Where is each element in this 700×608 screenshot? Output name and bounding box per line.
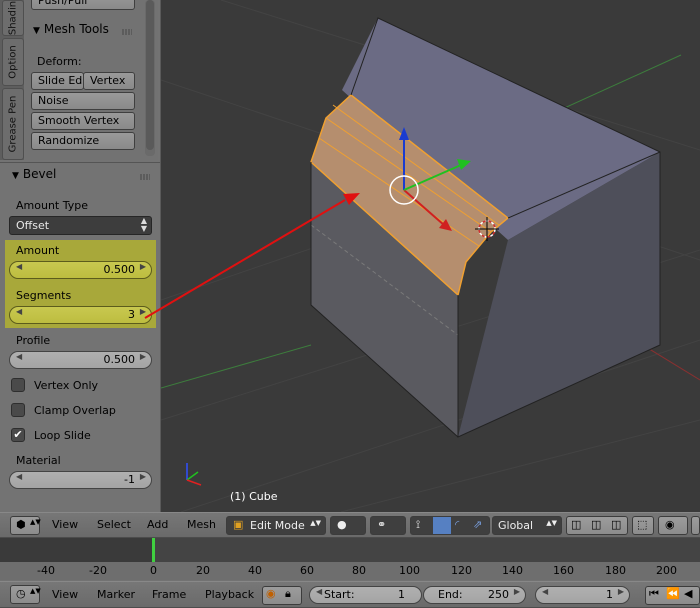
playback-controls[interactable]: ⏮ ⏪ ◀ [645, 586, 700, 605]
lock-icon[interactable]: 🔒︎ [285, 587, 291, 601]
updown-arrows-icon: ▲▼ [310, 519, 321, 527]
menu-view[interactable]: View [52, 518, 78, 531]
transform-orientation-dropdown[interactable]: Global ▲▼ [492, 516, 562, 535]
manipulator-buttons[interactable]: ⟟ ◜ ⇗ [410, 516, 490, 535]
timeline-strip[interactable] [0, 538, 700, 562]
increment-arrow-icon[interactable]: ▶ [514, 587, 520, 596]
tick-label: 0 [150, 564, 157, 577]
tick-label: 60 [300, 564, 314, 577]
pivot-point-dropdown[interactable]: ⚭ [370, 516, 406, 535]
prev-keyframe-icon[interactable]: ⏪ [666, 587, 680, 600]
occlude-geometry-button[interactable]: ⬚ [632, 516, 654, 535]
annotation-arrow [144, 199, 346, 319]
editor-type-button[interactable]: ⬢ ▲▼ [10, 516, 41, 535]
end-frame-field[interactable]: End: 250 ▶ [423, 586, 526, 604]
decrement-arrow-icon[interactable]: ◀ [316, 587, 322, 596]
viewport-shading-dropdown[interactable]: ● [330, 516, 366, 535]
decrement-arrow-icon[interactable]: ◀ [542, 587, 548, 596]
menu-add[interactable]: Add [147, 518, 168, 531]
updown-arrows-icon: ▲▼ [30, 587, 41, 595]
tick-label: 120 [451, 564, 472, 577]
editor-type-button[interactable]: ◷ ▲▼ [10, 585, 41, 604]
edit-mode-icon: ▣ [233, 518, 244, 531]
arrowhead-icon [343, 193, 360, 205]
cube-editor-icon: ⬢ [16, 518, 26, 531]
manipulator-toggle-icon[interactable]: ⟟ [416, 518, 420, 532]
tick-label: 40 [248, 564, 262, 577]
jump-start-icon[interactable]: ⏮ [649, 587, 659, 601]
proportional-edit-button[interactable]: ◉ [658, 516, 688, 535]
updown-arrows-icon: ▲▼ [30, 518, 41, 526]
snap-button[interactable] [691, 516, 700, 535]
menu-marker[interactable]: Marker [97, 588, 135, 601]
tick-label: 160 [553, 564, 574, 577]
tick-label: -20 [89, 564, 107, 577]
tick-label: 140 [502, 564, 523, 577]
occlude-icon: ⬚ [637, 518, 648, 531]
tick-label: 180 [605, 564, 626, 577]
clock-editor-icon: ◷ [16, 587, 26, 600]
menu-playback[interactable]: Playback [205, 588, 254, 601]
tick-label: 200 [656, 564, 677, 577]
annotation-overlay [144, 193, 360, 319]
tick-label: 20 [196, 564, 210, 577]
menu-frame[interactable]: Frame [152, 588, 186, 601]
current-frame-indicator[interactable] [152, 538, 155, 562]
current-frame-field[interactable]: ◀ 1 ▶ [535, 586, 630, 604]
mode-dropdown[interactable]: ▣ Edit Mode ▲▼ [226, 516, 326, 535]
translate-icon[interactable] [433, 517, 451, 534]
vertex-select-icon[interactable]: ◫ [571, 518, 581, 531]
face-select-icon[interactable]: ◫ [611, 518, 621, 531]
pivot-icon: ⚭ [377, 518, 387, 531]
keying-buttons[interactable]: ◉ 🔒︎ [262, 586, 302, 605]
rotate-icon[interactable]: ◜ [455, 518, 459, 531]
menu-select[interactable]: Select [97, 518, 131, 531]
edge-select-icon[interactable]: ◫ [591, 518, 601, 531]
tick-label: 80 [352, 564, 366, 577]
scale-icon[interactable]: ⇗ [473, 518, 482, 531]
select-mode-buttons[interactable]: ◫ ◫ ◫ [566, 516, 628, 535]
solid-shading-icon: ● [337, 518, 347, 531]
start-frame-field[interactable]: ◀ Start: 1 [309, 586, 422, 604]
play-reverse-icon[interactable]: ◀ [684, 587, 692, 600]
tick-label: 100 [399, 564, 420, 577]
timeline-preroll [0, 538, 152, 562]
tick-label: -40 [37, 564, 55, 577]
updown-arrows-icon: ▲▼ [546, 519, 557, 527]
view3d-header: ⬢ ▲▼ View Select Add Mesh ▣ Edit Mode ▲▼… [0, 512, 700, 538]
menu-mesh[interactable]: Mesh [187, 518, 216, 531]
proportional-edit-icon: ◉ [665, 518, 675, 531]
timeline-header: ◷ ▲▼ View Marker Frame Playback ◉ 🔒︎ ◀ S… [0, 581, 700, 608]
increment-arrow-icon[interactable]: ▶ [618, 587, 624, 596]
timeline-ruler[interactable]: -40 -20 0 20 40 60 80 100 120 140 160 18… [0, 562, 700, 580]
record-icon[interactable]: ◉ [266, 587, 276, 600]
menu-view[interactable]: View [52, 588, 78, 601]
